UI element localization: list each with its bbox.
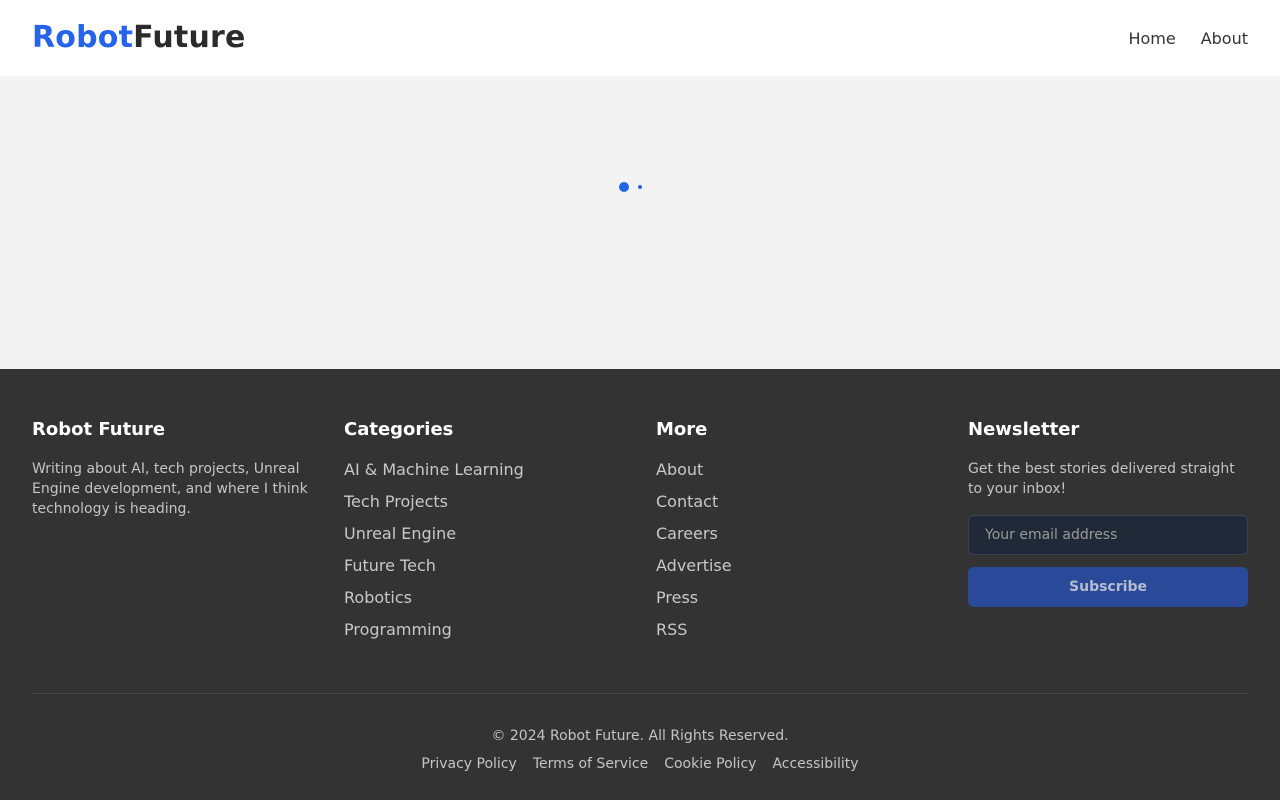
footer-categories-column: Categories AI & Machine Learning Tech Pr… (344, 418, 624, 651)
footer-about-title: Robot Future (32, 419, 166, 440)
footer-category-link[interactable]: Unreal Engine (344, 523, 624, 545)
accessibility-link[interactable]: Accessibility (772, 754, 858, 774)
footer-category-link[interactable]: AI & Machine Learning (344, 459, 624, 481)
subscribe-button[interactable]: Subscribe (968, 567, 1248, 607)
loading-dot-large (619, 182, 629, 192)
main-content (0, 76, 1280, 369)
terms-of-service-link[interactable]: Terms of Service (533, 754, 648, 774)
privacy-policy-link[interactable]: Privacy Policy (421, 754, 516, 774)
newsletter-email-input[interactable] (968, 515, 1248, 555)
nav-link-about[interactable]: About (1201, 29, 1248, 48)
footer-category-link[interactable]: Tech Projects (344, 491, 624, 513)
footer-more-link[interactable]: Advertise (656, 555, 936, 577)
footer-categories-list: AI & Machine Learning Tech Projects Unre… (344, 459, 624, 641)
footer-more-link[interactable]: About (656, 459, 936, 481)
loading-dot-small (638, 185, 642, 189)
footer-newsletter-text: Get the best stories delivered straight … (968, 461, 1235, 497)
footer-more-title: More (656, 419, 708, 440)
footer-category-link[interactable]: Future Tech (344, 555, 624, 577)
footer-divider (32, 693, 1248, 694)
cookie-policy-link[interactable]: Cookie Policy (664, 754, 756, 774)
footer-legal-links: Privacy Policy Terms of Service Cookie P… (0, 754, 1280, 774)
footer-copyright: © 2024 Robot Future. All Rights Reserved… (491, 728, 789, 744)
logo-text-future: Future (133, 20, 246, 55)
footer-categories-title: Categories (344, 419, 454, 440)
main-nav: Home About (1128, 29, 1248, 48)
site-footer: Robot Future Writing about AI, tech proj… (0, 369, 1280, 800)
footer-more-link[interactable]: Press (656, 587, 936, 609)
footer-more-link[interactable]: Careers (656, 523, 936, 545)
footer-category-link[interactable]: Robotics (344, 587, 624, 609)
footer-category-link[interactable]: Programming (344, 619, 624, 641)
footer-about-text: Writing about AI, tech projects, Unreal … (32, 461, 308, 517)
nav-link-home[interactable]: Home (1128, 29, 1175, 48)
site-header: RobotFuture Home About (0, 0, 1280, 76)
logo-text-robot: Robot (32, 20, 134, 55)
footer-about-column: Robot Future Writing about AI, tech proj… (32, 418, 317, 519)
footer-more-column: More About Contact Careers Advertise Pre… (656, 418, 936, 651)
footer-more-link[interactable]: Contact (656, 491, 936, 513)
footer-more-list: About Contact Careers Advertise Press RS… (656, 459, 936, 641)
footer-newsletter-column: Newsletter Get the best stories delivere… (968, 418, 1248, 607)
site-logo[interactable]: RobotFuture (32, 23, 246, 53)
footer-newsletter-title: Newsletter (968, 419, 1080, 440)
footer-more-link[interactable]: RSS (656, 619, 936, 641)
